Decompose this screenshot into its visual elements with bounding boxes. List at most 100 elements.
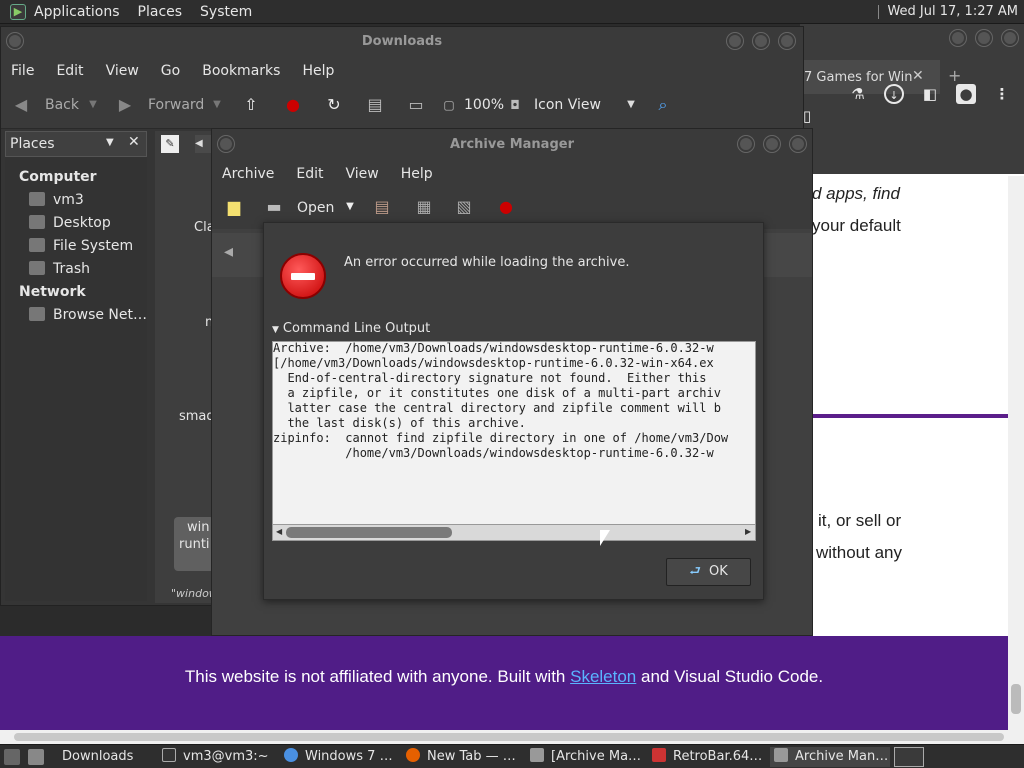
browser-navbar xyxy=(800,94,1024,174)
scrollbar-thumb[interactable] xyxy=(1011,684,1021,714)
zoom-out-icon[interactable]: ▢ xyxy=(439,95,459,115)
window-menu-button[interactable] xyxy=(7,33,23,49)
menu-help[interactable]: Help xyxy=(302,63,334,79)
menu-file[interactable]: File xyxy=(11,63,34,79)
chevron-down-icon[interactable]: ▼ xyxy=(207,95,227,115)
reload-icon[interactable]: ↻ xyxy=(324,95,344,115)
command-output-textview[interactable]: Archive: /home/vm3/Downloads/windowsdesk… xyxy=(272,341,756,525)
zoom-in-icon[interactable]: ◘ xyxy=(505,95,525,115)
page-vertical-scrollbar[interactable] xyxy=(1008,176,1024,730)
close-button[interactable] xyxy=(1002,30,1018,46)
up-arrow-icon[interactable]: ⇧ xyxy=(241,95,261,115)
command-output-expander[interactable]: ▼ Command Line Output xyxy=(272,321,430,336)
file-label[interactable]: win xyxy=(187,520,209,535)
place-file-system[interactable]: File System xyxy=(29,238,133,254)
toolbar: ◀ Back ▼ ▶ Forward ▼ ⇧ ● ↻ ▤ ▭ ▢ 100% ◘ … xyxy=(1,85,803,129)
task-archive-manager-1[interactable]: [Archive Ma… xyxy=(530,747,641,767)
menu-view[interactable]: View xyxy=(346,166,379,182)
clock[interactable]: Wed Jul 17, 1:27 AM xyxy=(878,4,1018,19)
minimize-button[interactable] xyxy=(738,136,754,152)
places-label: Places xyxy=(10,136,55,152)
close-icon[interactable]: ✕ xyxy=(128,134,140,150)
chevron-down-icon[interactable]: ▼ xyxy=(621,95,641,115)
window-menu-button[interactable] xyxy=(218,136,234,152)
menu-applications[interactable]: Applications xyxy=(34,4,120,20)
firefox-icon xyxy=(406,748,420,762)
page-text-line: d apps, find xyxy=(812,184,900,203)
menu-places[interactable]: Places xyxy=(138,4,183,20)
chevron-left-icon[interactable]: ◀ xyxy=(195,135,211,153)
task-firefox[interactable]: New Tab — … xyxy=(406,747,516,767)
extract-icon[interactable]: ▤ xyxy=(372,197,392,217)
menu-system[interactable]: System xyxy=(200,4,252,20)
view-mode-select[interactable]: Icon View xyxy=(534,97,601,113)
ok-button[interactable]: ⮐ OK xyxy=(666,558,751,586)
chevron-down-icon[interactable]: ▼ xyxy=(83,95,103,115)
forward-arrow-icon: ▶ xyxy=(118,95,132,114)
place-vm3[interactable]: vm3 xyxy=(29,192,84,208)
search-icon[interactable]: ⌕ xyxy=(653,95,673,115)
add-folder-icon[interactable]: ▧ xyxy=(454,197,474,217)
task-chromium[interactable]: Windows 7 … xyxy=(284,747,393,767)
new-archive-icon[interactable]: ▆ xyxy=(224,197,244,217)
places-selector[interactable]: Places ▼ ✕ xyxy=(5,131,147,157)
chevron-down-icon[interactable]: ▼ xyxy=(340,197,360,217)
menu-view[interactable]: View xyxy=(106,63,139,79)
maximize-button[interactable] xyxy=(976,30,992,46)
footer-text: and Visual Studio Code. xyxy=(636,667,824,686)
scroll-right-icon[interactable]: ▶ xyxy=(745,527,751,536)
place-browse-network[interactable]: Browse Net… xyxy=(29,307,147,323)
task-terminal[interactable]: vm3@vm3:~ xyxy=(162,747,269,767)
task-downloads[interactable]: Downloads xyxy=(40,747,155,767)
task-retrobar[interactable]: RetroBar.64… xyxy=(652,747,762,767)
tab-close-icon[interactable]: ✕ xyxy=(912,68,924,84)
flask-icon[interactable]: ⚗ xyxy=(848,84,868,104)
show-desktop-icon[interactable] xyxy=(4,749,20,765)
window-title: Downloads xyxy=(1,27,803,57)
menu-icon[interactable]: ⋮ xyxy=(992,84,1012,104)
forward-button[interactable]: Forward xyxy=(148,97,204,113)
scrollbar-thumb[interactable] xyxy=(286,527,452,538)
scrollbar-thumb[interactable] xyxy=(14,733,1004,741)
new-tab-icon[interactable]: + xyxy=(948,66,961,85)
close-button[interactable] xyxy=(779,33,795,49)
close-button[interactable] xyxy=(790,136,806,152)
distro-logo-icon[interactable]: ▶ xyxy=(10,3,26,20)
page-text-line: your default xyxy=(812,216,901,235)
maximize-button[interactable] xyxy=(753,33,769,49)
back-arrow-icon[interactable]: ◂ xyxy=(224,241,233,262)
stop-icon[interactable]: ● xyxy=(283,95,303,115)
menu-help[interactable]: Help xyxy=(401,166,433,182)
menu-edit[interactable]: Edit xyxy=(296,166,323,182)
download-icon[interactable]: ↓ xyxy=(884,84,904,104)
maximize-button[interactable] xyxy=(764,136,780,152)
sidebar-icon[interactable]: ◧ xyxy=(920,84,940,104)
error-icon xyxy=(280,253,326,299)
workspace-switcher[interactable] xyxy=(894,747,924,767)
skeleton-link[interactable]: Skeleton xyxy=(570,667,636,686)
place-trash[interactable]: Trash xyxy=(29,261,90,277)
menu-go[interactable]: Go xyxy=(161,63,180,79)
home-folder-icon[interactable]: ▤ xyxy=(365,95,385,115)
edit-icon[interactable]: ✎ xyxy=(161,135,179,153)
account-icon[interactable]: ● xyxy=(956,84,976,104)
back-button[interactable]: Back xyxy=(45,97,79,113)
file-label[interactable]: runti xyxy=(179,537,210,552)
menu-edit[interactable]: Edit xyxy=(56,63,83,79)
computer-icon[interactable]: ▭ xyxy=(406,95,426,115)
add-files-icon[interactable]: ▦ xyxy=(414,197,434,217)
stop-icon[interactable]: ● xyxy=(496,197,516,217)
menu-archive[interactable]: Archive xyxy=(222,166,274,182)
footer-text: This website is not affiliated with anyo… xyxy=(184,667,571,686)
minimize-button[interactable] xyxy=(950,30,966,46)
error-dialog: An error occurred while loading the arch… xyxy=(263,222,764,600)
file-label[interactable]: smad xyxy=(179,409,215,424)
task-archive-manager-2[interactable]: Archive Man… xyxy=(770,747,890,767)
scroll-left-icon[interactable]: ◀ xyxy=(276,527,282,536)
menu-bookmarks[interactable]: Bookmarks xyxy=(202,63,280,79)
open-button[interactable]: Open xyxy=(297,200,334,216)
retrobar-icon xyxy=(652,748,666,762)
minimize-button[interactable] xyxy=(727,33,743,49)
section-computer: Computer xyxy=(19,169,97,185)
place-desktop[interactable]: Desktop xyxy=(29,215,111,231)
